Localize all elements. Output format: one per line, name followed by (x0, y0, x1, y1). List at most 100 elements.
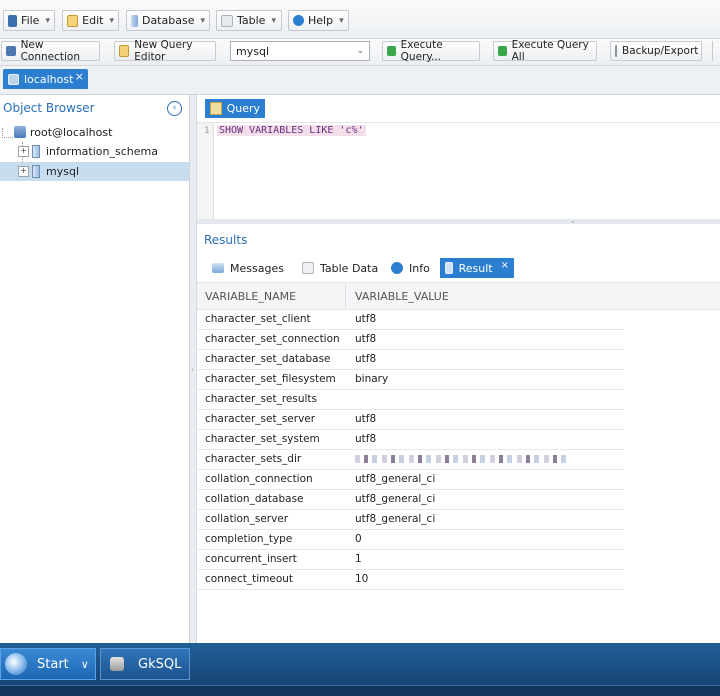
taskbar-strip (0, 685, 720, 696)
close-icon[interactable]: × (75, 70, 84, 83)
execute-query-all-button[interactable]: Execute Query All (493, 39, 597, 63)
tab-table-data[interactable]: Table Data (297, 258, 383, 278)
tree-line (2, 128, 13, 138)
close-icon[interactable]: × (501, 260, 509, 271)
object-browser-title: Object Browser (3, 101, 95, 115)
expand-icon[interactable]: + (18, 146, 29, 157)
line-number: 1 (204, 126, 210, 136)
tab-query[interactable]: Query (205, 99, 265, 118)
expand-icon[interactable]: + (18, 166, 29, 177)
windows-logo-icon (5, 653, 27, 675)
cell-variable-name: character_set_connection (205, 333, 340, 345)
tab-result-label: Result (458, 261, 493, 275)
column-header-variable-value[interactable]: VARIABLE_VALUE (355, 290, 449, 303)
chevron-down-icon: ⌄ (356, 46, 364, 56)
table-icon (221, 14, 233, 27)
tree-item-label: mysql (46, 165, 79, 178)
tab-result[interactable]: Result × (440, 258, 514, 278)
horizontal-splitter[interactable]: ⌄ (197, 216, 720, 226)
tree-root-label: root@localhost (30, 126, 113, 139)
table-row[interactable]: character_set_filesystem binary (197, 369, 624, 390)
table-row[interactable]: character_set_connection utf8 (197, 329, 624, 350)
file-menu[interactable]: File ▾ (3, 10, 55, 31)
tab-info[interactable]: Info (386, 258, 435, 278)
table-row[interactable]: character_set_results (197, 389, 624, 410)
cell-variable-name: character_set_client (205, 313, 311, 325)
cell-variable-name: collation_server (205, 513, 289, 525)
cell-variable-name: completion_type (205, 533, 293, 545)
object-browser: Object Browser ‹ root@localhost + inform… (0, 95, 190, 643)
tree-item-mysql[interactable]: + mysql (0, 162, 189, 181)
table-row[interactable]: character_set_client utf8 (197, 309, 624, 330)
cell-variable-value: 0 (355, 533, 362, 545)
execute-query-button[interactable]: Execute Query... (382, 39, 480, 63)
menubar: File ▾ Edit ▾ Database ▾ Table ▾ Help ▾ (0, 0, 720, 39)
table-row[interactable]: concurrent_insert 1 (197, 549, 624, 570)
chevron-down-icon: ▾ (45, 15, 50, 26)
query-area: Query 1 SHOW VARIABLES LIKE 'c%' ⌄ (197, 95, 720, 226)
editor-gutter: 1 (197, 123, 214, 220)
file-menu-label: File (21, 14, 40, 27)
cell-variable-value: 1 (355, 553, 362, 565)
tab-info-label: Info (409, 261, 430, 275)
database-select[interactable]: mysql ⌄ (230, 41, 370, 61)
new-connection-button[interactable]: New Connection (1, 39, 100, 63)
execute-query-all-label: Execute Query All (511, 39, 589, 63)
new-connection-label: New Connection (20, 39, 80, 63)
play-icon (387, 46, 396, 56)
pencil-icon (67, 14, 79, 27)
table-row[interactable]: character_set_database utf8 (197, 349, 624, 370)
start-label: Start (37, 656, 69, 672)
table-menu[interactable]: Table ▾ (216, 10, 282, 31)
sql-editor[interactable]: 1 SHOW VARIABLES LIKE 'c%' (197, 122, 720, 220)
edit-menu-label: Edit (82, 14, 104, 27)
table-icon (302, 262, 314, 274)
database-icon (131, 14, 138, 27)
cell-variable-name: character_sets_dir (205, 453, 302, 465)
connection-icon (6, 46, 16, 56)
database-menu-label: Database (141, 14, 195, 27)
cell-variable-value: utf8 (355, 433, 377, 445)
table-row[interactable]: collation_database utf8_general_ci (197, 489, 624, 510)
taskbar: Start ∨ GkSQL (0, 643, 720, 696)
backup-export-label: Backup/Export (622, 45, 699, 57)
tab-table-data-label: Table Data (320, 261, 379, 275)
tab-messages[interactable]: Messages (207, 258, 289, 278)
table-row[interactable]: connect_timeout 10 (197, 569, 624, 590)
help-menu-label: Help (308, 14, 334, 27)
column-divider[interactable] (345, 283, 346, 309)
edit-menu[interactable]: Edit ▾ (62, 10, 119, 31)
table-row[interactable]: collation_server utf8_general_ci (197, 509, 624, 530)
table-row[interactable]: character_set_system utf8 (197, 429, 624, 450)
table-row[interactable]: character_sets_dir (197, 449, 624, 470)
sql-text[interactable]: SHOW VARIABLES LIKE 'c%' (217, 125, 366, 136)
toolbar-overflow[interactable] (712, 41, 720, 61)
table-row[interactable]: completion_type 0 (197, 529, 624, 550)
vertical-splitter[interactable]: ‹ (190, 95, 197, 643)
new-query-editor-button[interactable]: New Query Editor (114, 39, 216, 63)
backup-export-button[interactable]: Backup/Export (610, 41, 702, 61)
result-grid-icon (445, 262, 453, 274)
server-icon (14, 126, 26, 138)
cell-variable-value: utf8_general_ci (355, 513, 436, 525)
chevron-down-icon: ∨ (80, 657, 89, 671)
taskbar-app-gksql[interactable]: GkSQL (100, 648, 190, 680)
new-query-editor-label: New Query Editor (134, 39, 193, 63)
database-menu[interactable]: Database ▾ (126, 10, 210, 31)
database-select-value: mysql (236, 44, 269, 58)
tab-localhost[interactable]: localhost × (3, 69, 88, 89)
messages-icon (212, 263, 224, 273)
help-menu[interactable]: Help ▾ (288, 10, 349, 31)
chevron-down-icon: ▾ (200, 15, 205, 26)
collapse-icon[interactable]: ‹ (167, 101, 182, 116)
cell-variable-name: collation_database (205, 493, 304, 505)
tree-item-information-schema[interactable]: + information_schema (0, 142, 189, 161)
tab-localhost-label: localhost (24, 72, 74, 86)
splitter-grip-icon: ⌄ (569, 216, 577, 226)
chevron-down-icon: ▾ (339, 15, 344, 26)
table-row[interactable]: collation_connection utf8_general_ci (197, 469, 624, 490)
column-header-variable-name[interactable]: VARIABLE_NAME (205, 290, 296, 303)
table-row[interactable]: character_set_server utf8 (197, 409, 624, 430)
tree-root[interactable]: root@localhost (0, 123, 189, 142)
start-button[interactable]: Start ∨ (0, 648, 96, 680)
